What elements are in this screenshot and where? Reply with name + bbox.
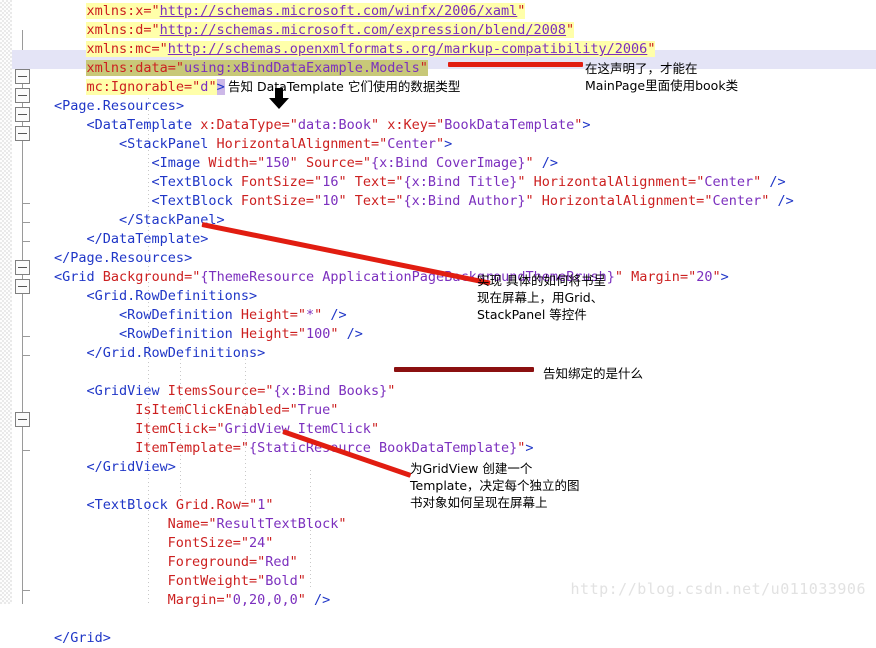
fold-toggle-page-resources[interactable]: [15, 88, 30, 103]
code-line[interactable]: <GridView ItemsSource="{x:Bind Books}": [86, 382, 395, 401]
code-line[interactable]: <TextBlock Grid.Row="1": [86, 496, 273, 515]
code-line[interactable]: </DataTemplate>: [86, 230, 208, 249]
code-line[interactable]: ItemClick="GridView_ItemClick": [135, 420, 379, 439]
code-line[interactable]: </Grid>: [54, 629, 111, 648]
fold-toggle-page-root[interactable]: [15, 69, 30, 84]
outlining-tick: [22, 241, 30, 242]
fold-toggle-stackpanel[interactable]: [15, 126, 30, 141]
code-editor[interactable]: xmlns:x="http://schemas.microsoft.com/wi…: [0, 0, 876, 646]
fold-toggle-datatemplate[interactable]: [15, 107, 30, 122]
code-line[interactable]: </Grid.RowDefinitions>: [86, 344, 265, 363]
code-line[interactable]: FontSize="24": [168, 534, 274, 553]
outlining-tick: [22, 203, 30, 204]
annotation-grid-note: 实现 具体的如何将书呈 现在屏幕上，用Grid、 StackPanel 等控件: [477, 273, 606, 322]
down-arrow-icon: [269, 88, 289, 109]
fold-toggle-gridview[interactable]: [15, 412, 30, 427]
outlining-tick: [22, 222, 30, 223]
code-line[interactable]: <StackPanel HorizontalAlignment="Center"…: [119, 135, 452, 154]
outlining-tick: [22, 336, 30, 337]
code-line[interactable]: Margin="0,20,0,0" />: [168, 591, 331, 610]
annotation-line-namespace: [448, 62, 583, 67]
watermark-text: http://blog.csdn.net/u011033906: [570, 580, 866, 598]
code-line[interactable]: <DataTemplate x:DataType="data:Book" x:K…: [86, 116, 590, 135]
code-line[interactable]: xmlns:mc="http://schemas.openxmlformats.…: [86, 40, 656, 59]
annotation-binding-note: 告知绑定的是什么: [543, 366, 644, 381]
code-line[interactable]: </Page.Resources>: [54, 249, 192, 268]
code-line[interactable]: xmlns:x="http://schemas.microsoft.com/wi…: [86, 2, 526, 21]
code-line[interactable]: <RowDefinition Height="100" />: [119, 325, 363, 344]
outlining-tick: [22, 450, 30, 451]
outlining-tick: [22, 590, 30, 591]
annotation-datatype-note: 告知 DataTemplate 它们使用的数据类型: [228, 79, 461, 94]
code-line[interactable]: mc:Ignorable="d">: [86, 78, 225, 97]
annotation-line-binding: [394, 367, 534, 372]
code-line[interactable]: <Grid Background="{ThemeResource Applica…: [54, 268, 729, 287]
code-line[interactable]: <Image Width="150" Source="{x:Bind Cover…: [151, 154, 558, 173]
code-line[interactable]: FontWeight="Bold": [168, 572, 306, 591]
code-line[interactable]: <RowDefinition Height="*" />: [119, 306, 347, 325]
code-line[interactable]: <TextBlock FontSize="16" Text="{x:Bind T…: [151, 173, 785, 192]
fold-toggle-grid[interactable]: [15, 260, 30, 275]
code-line[interactable]: xmlns:d="http://schemas.microsoft.com/ex…: [86, 21, 575, 40]
fold-toggle-rowdefinitions[interactable]: [15, 279, 30, 294]
code-line[interactable]: </GridView>: [86, 458, 175, 477]
code-line[interactable]: IsItemClickEnabled="True": [135, 401, 338, 420]
annotation-namespace-note: 在这声明了，才能在 MainPage里面使用book类: [585, 61, 739, 93]
code-line[interactable]: <TextBlock FontSize="10" Text="{x:Bind A…: [151, 192, 793, 211]
code-line[interactable]: Foreground="Red": [168, 553, 298, 572]
code-line[interactable]: xmlns:data="using:xBindDataExample.Model…: [86, 59, 428, 78]
annotation-template-note: 为GridView 创建一个 Template，决定每个独立的图 书对象如何呈现…: [410, 461, 580, 510]
code-line[interactable]: <Grid.RowDefinitions>: [86, 287, 257, 306]
editor-selection-margin: [0, 0, 12, 604]
outlining-tick: [22, 355, 30, 356]
code-line[interactable]: Name="ResultTextBlock": [168, 515, 347, 534]
code-line[interactable]: <Page.Resources>: [54, 97, 184, 116]
